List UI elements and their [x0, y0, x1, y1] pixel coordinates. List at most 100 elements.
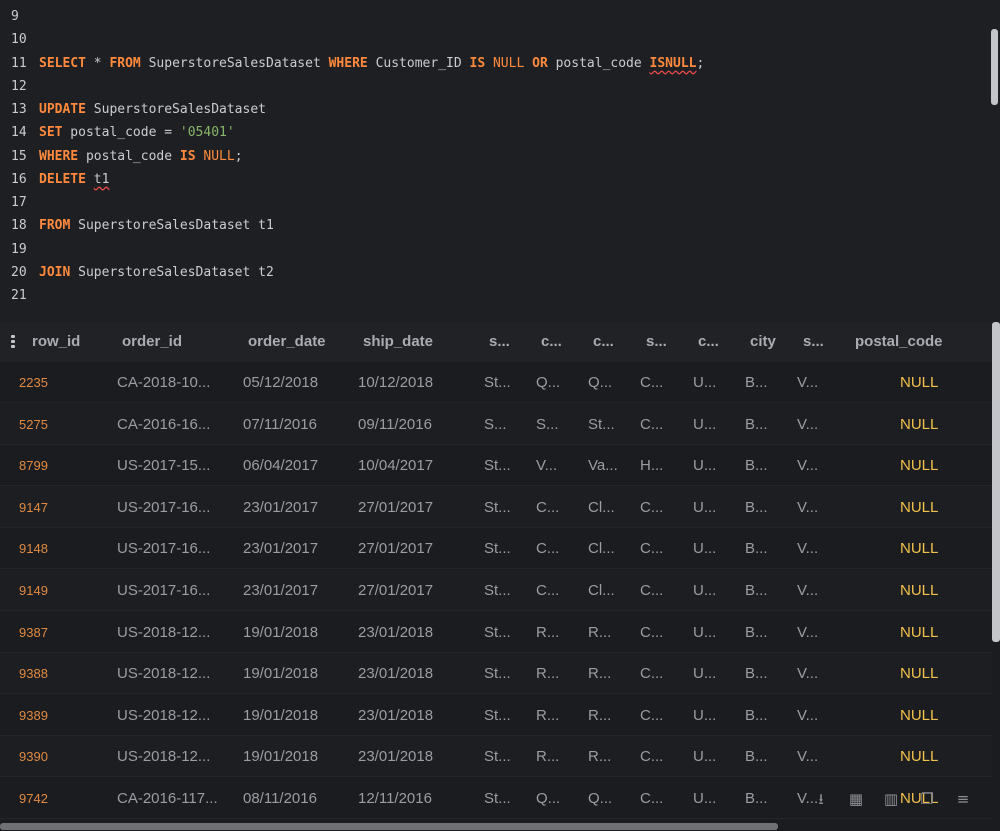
table-cell[interactable]: C... [640, 362, 663, 403]
table-cell[interactable]: 19/01/2018 [243, 736, 318, 777]
menu-icon[interactable]: ≡ [954, 790, 972, 808]
table-row[interactable]: 5275 CA-2016-16... 07/11/2016 09/11/2016 S..… [0, 403, 992, 445]
table-cell[interactable]: St... [588, 404, 615, 445]
table-row[interactable]: 9390 US-2018-12... 19/01/2018 23/01/2018 St.… [0, 736, 992, 778]
table-cell[interactable]: 19/01/2018 [243, 695, 318, 736]
code-line[interactable]: 11 SELECT * FROM SuperstoreSalesDataset W… [11, 52, 704, 75]
table-row[interactable]: 9147 US-2017-16... 23/01/2017 27/01/2017 St.… [0, 486, 992, 528]
table-cell[interactable]: 9387 [19, 612, 48, 653]
table-cell[interactable]: St... [484, 653, 511, 694]
grid-vertical-scrollbar[interactable] [992, 322, 1000, 642]
table-cell[interactable]: 05/12/2018 [243, 362, 318, 403]
code-line[interactable]: 17 [11, 191, 39, 214]
code-line[interactable]: 9 [11, 5, 39, 28]
table-cell[interactable]: U... [693, 487, 716, 528]
table-cell[interactable]: 9388 [19, 653, 48, 694]
table-cell[interactable]: U... [693, 445, 716, 486]
table-cell[interactable]: R... [536, 695, 559, 736]
table-cell[interactable]: B... [745, 487, 768, 528]
table-cell[interactable]: St... [484, 570, 511, 611]
table-cell[interactable]: NULL [900, 612, 938, 653]
column-header[interactable]: row_id [32, 322, 80, 362]
table-cell[interactable]: CA-2018-10... [117, 362, 210, 403]
table-cell[interactable]: US-2018-12... [117, 653, 210, 694]
table-cell[interactable]: V... [797, 528, 818, 569]
table-cell[interactable]: V... [536, 445, 557, 486]
grid-horizontal-scrollbar[interactable] [0, 823, 778, 830]
table-cell[interactable]: NULL [900, 528, 938, 569]
table-cell[interactable]: St... [484, 778, 511, 819]
table-cell[interactable]: C... [536, 570, 559, 611]
table-cell[interactable]: V... [797, 612, 818, 653]
table-cell[interactable]: C... [536, 487, 559, 528]
table-cell[interactable]: US-2017-16... [117, 487, 210, 528]
column-header[interactable]: order_date [248, 322, 326, 362]
table-cell[interactable]: 23/01/2017 [243, 570, 318, 611]
table-cell[interactable]: St... [484, 695, 511, 736]
table-cell[interactable]: 27/01/2017 [358, 487, 433, 528]
table-cell[interactable]: B... [745, 445, 768, 486]
table-cell[interactable]: C... [640, 612, 663, 653]
table-cell[interactable]: V... [797, 653, 818, 694]
table-cell[interactable]: CA-2016-117... [117, 778, 218, 819]
table-cell[interactable]: 19/01/2018 [243, 612, 318, 653]
table-cell[interactable]: V... [797, 445, 818, 486]
code-line[interactable]: 18 FROM SuperstoreSalesDataset t1 [11, 214, 274, 237]
table-cell[interactable]: US-2017-16... [117, 570, 210, 611]
table-cell[interactable]: St... [484, 487, 511, 528]
download-icon[interactable]: ⭳ [812, 790, 830, 808]
table-cell[interactable]: St... [484, 445, 511, 486]
table-cell[interactable]: Q... [588, 778, 612, 819]
table-view-icon[interactable]: ▦ [847, 790, 865, 808]
table-cell[interactable]: U... [693, 362, 716, 403]
table-cell[interactable]: U... [693, 570, 716, 611]
code-line[interactable]: 20 JOIN SuperstoreSalesDataset t2 [11, 261, 274, 284]
table-cell[interactable]: 09/11/2016 [358, 404, 432, 445]
table-cell[interactable]: 19/01/2018 [243, 653, 318, 694]
table-cell[interactable]: 9389 [19, 695, 48, 736]
table-cell[interactable]: St... [484, 362, 511, 403]
table-cell[interactable]: 10/04/2017 [358, 445, 433, 486]
table-cell[interactable]: 12/11/2016 [358, 778, 432, 819]
table-cell[interactable]: R... [588, 653, 611, 694]
table-cell[interactable]: 23/01/2018 [358, 653, 433, 694]
table-row[interactable]: 8799 US-2017-15... 06/04/2017 10/04/2017 St.… [0, 445, 992, 487]
table-cell[interactable]: NULL [900, 362, 938, 403]
table-cell[interactable]: C... [640, 695, 663, 736]
table-cell[interactable]: C... [536, 528, 559, 569]
table-cell[interactable]: Q... [536, 362, 560, 403]
table-cell[interactable]: 9148 [19, 528, 48, 569]
editor-scrollbar[interactable] [991, 29, 998, 105]
table-cell[interactable]: C... [640, 736, 663, 777]
table-cell[interactable]: 9390 [19, 736, 48, 777]
table-cell[interactable]: C... [640, 570, 663, 611]
table-cell[interactable]: US-2018-12... [117, 612, 210, 653]
table-cell[interactable]: 23/01/2017 [243, 528, 318, 569]
table-cell[interactable]: U... [693, 736, 716, 777]
table-cell[interactable]: CA-2016-16... [117, 404, 210, 445]
table-cell[interactable]: 9742 [19, 778, 48, 819]
table-cell[interactable]: C... [640, 528, 663, 569]
table-cell[interactable]: U... [693, 528, 716, 569]
table-cell[interactable]: St... [484, 736, 511, 777]
table-cell[interactable]: V... [797, 736, 818, 777]
table-cell[interactable]: St... [484, 528, 511, 569]
code-line[interactable]: 19 [11, 238, 39, 261]
table-cell[interactable]: 27/01/2017 [358, 570, 433, 611]
table-row[interactable]: 9387 US-2018-12... 19/01/2018 23/01/2018 St.… [0, 612, 992, 653]
table-cell[interactable]: V... [797, 487, 818, 528]
table-cell[interactable]: US-2018-12... [117, 736, 210, 777]
table-cell[interactable]: NULL [900, 487, 938, 528]
table-cell[interactable]: NULL [900, 695, 938, 736]
table-cell[interactable]: Cl... [588, 528, 615, 569]
table-cell[interactable]: C... [640, 487, 663, 528]
table-cell[interactable]: Va... [588, 445, 618, 486]
table-cell[interactable]: R... [588, 736, 611, 777]
table-cell[interactable]: 10/12/2018 [358, 362, 433, 403]
code-line[interactable]: 14 SET postal_code = '05401' [11, 121, 235, 144]
table-cell[interactable]: U... [693, 778, 716, 819]
table-row[interactable]: 9388 US-2018-12... 19/01/2018 23/01/2018 St.… [0, 653, 992, 695]
table-row[interactable]: 2235 CA-2018-10... 05/12/2018 10/12/2018 St.… [0, 362, 992, 403]
table-cell[interactable]: B... [745, 528, 768, 569]
column-header[interactable]: c... [593, 322, 614, 362]
